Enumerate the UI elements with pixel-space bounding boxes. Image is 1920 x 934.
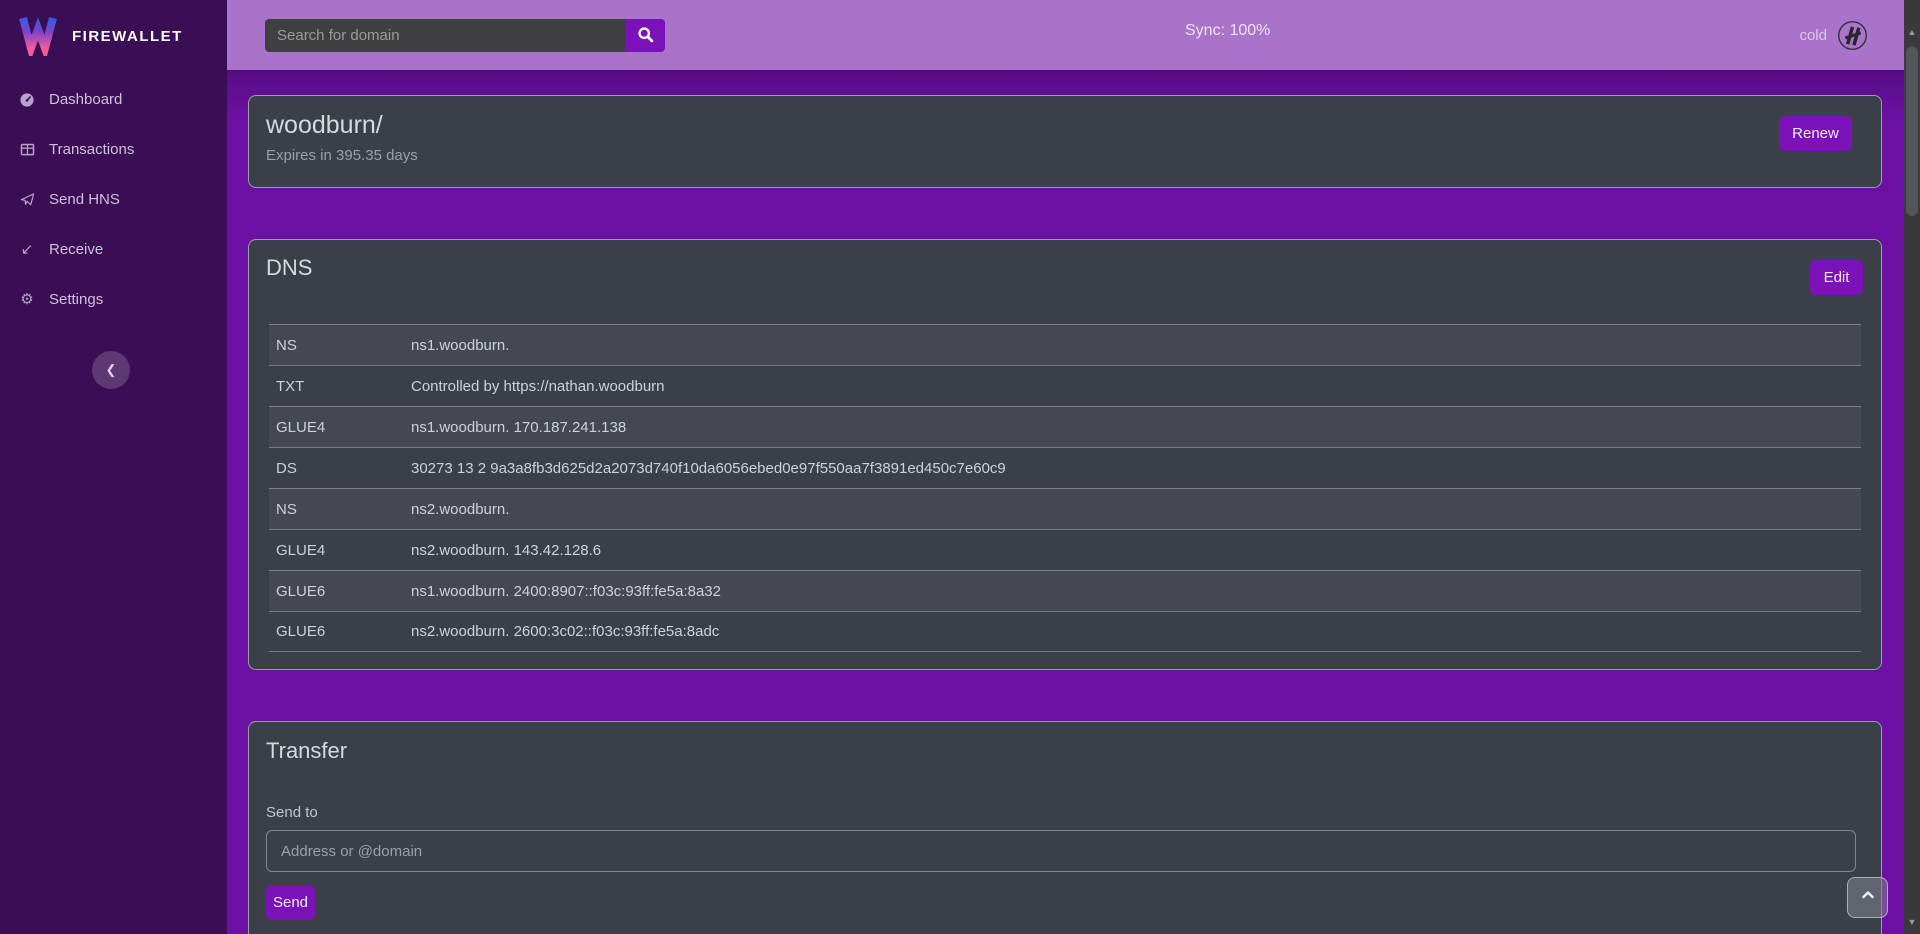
scrollbar-thumb[interactable] (1906, 46, 1918, 216)
dns-card-header: DNS Edit (249, 240, 1881, 295)
handshake-logo-icon[interactable] (1837, 20, 1868, 51)
table-icon (18, 142, 36, 157)
transfer-card: Transfer Send to Send (248, 721, 1882, 934)
firewallet-logo-icon (16, 12, 60, 61)
search-icon (637, 26, 654, 46)
dns-record-type: DS (269, 460, 411, 477)
dns-record-value: ns1.woodburn. 2400:8907::f03c:93ff:fe5a:… (411, 583, 1861, 600)
dns-record-type: GLUE6 (269, 623, 411, 640)
main-content: woodburn/ Expires in 395.35 days Renew D… (227, 70, 1904, 934)
dns-record-value: Controlled by https://nathan.woodburn (411, 378, 1861, 395)
page-title: woodburn/ (266, 111, 1864, 140)
app-title: FIREWALLET (72, 28, 183, 45)
dns-records-table: NS ns1.woodburn. TXT Controlled by https… (269, 324, 1861, 652)
dns-record-row: TXT Controlled by https://nathan.woodbur… (269, 365, 1861, 406)
transfer-section-title: Transfer (266, 738, 1864, 764)
sidebar-item-dashboard[interactable]: Dashboard (0, 86, 227, 113)
sidebar-item-receive[interactable]: ↙ Receive (0, 236, 227, 263)
chevron-left-icon: ❮ (106, 362, 117, 378)
sidebar-collapse-button[interactable]: ❮ (92, 351, 130, 389)
dns-section-title: DNS (266, 255, 312, 281)
dns-record-type: NS (269, 337, 411, 354)
dns-record-value: ns2.woodburn. 143.42.128.6 (411, 542, 1861, 559)
wallet-name-label: cold (1799, 27, 1827, 44)
sidebar-item-label: Transactions (49, 141, 134, 158)
chevron-up-icon (1860, 887, 1876, 908)
renew-button[interactable]: Renew (1779, 116, 1852, 151)
dns-record-row: GLUE4 ns1.woodburn. 170.187.241.138 (269, 406, 1861, 447)
dns-record-value: ns1.woodburn. (411, 337, 1861, 354)
edit-dns-button[interactable]: Edit (1810, 260, 1863, 295)
sidebar-item-label: Receive (49, 241, 103, 258)
scroll-to-top-button[interactable] (1847, 877, 1888, 918)
dns-record-row: GLUE6 ns1.woodburn. 2400:8907::f03c:93ff… (269, 570, 1861, 611)
domain-header-card: woodburn/ Expires in 395.35 days Renew (248, 95, 1882, 188)
topbar: Sync: 100% cold (227, 0, 1904, 70)
sidebar-item-label: Dashboard (49, 91, 122, 108)
sync-status: Sync: 100% (1185, 22, 1270, 40)
sidebar-nav: Dashboard Transactions S (0, 86, 227, 313)
dns-record-type: GLUE4 (269, 542, 411, 559)
gear-icon: ⚙ (18, 292, 36, 307)
sidebar: FIREWALLET Dashboard (0, 0, 227, 934)
firewallet-app: FIREWALLET Dashboard (0, 0, 1920, 934)
dns-record-type: TXT (269, 378, 411, 395)
tachometer-icon (18, 92, 36, 108)
scroll-down-arrow-icon[interactable]: ▼ (1904, 914, 1920, 930)
dns-record-row: NS ns2.woodburn. (269, 488, 1861, 529)
dns-record-value: ns2.woodburn. 2600:3c02::f03c:93ff:fe5a:… (411, 623, 1861, 640)
dns-record-row: GLUE4 ns2.woodburn. 143.42.128.6 (269, 529, 1861, 570)
sidebar-item-send-hns[interactable]: Send HNS (0, 186, 227, 213)
search-button[interactable] (625, 19, 665, 52)
dns-record-value: ns2.woodburn. (411, 501, 1861, 518)
domain-expiry-text: Expires in 395.35 days (266, 147, 1864, 164)
dns-record-row: NS ns1.woodburn. (269, 324, 1861, 365)
sidebar-item-label: Settings (49, 291, 103, 308)
brand: FIREWALLET (0, 0, 227, 62)
transfer-address-input[interactable] (266, 830, 1856, 872)
send-to-label: Send to (266, 804, 1864, 821)
wallet-area: cold (1799, 0, 1868, 70)
dns-record-type: NS (269, 501, 411, 518)
send-transfer-button[interactable]: Send (266, 885, 315, 920)
scroll-up-arrow-icon[interactable]: ▲ (1904, 24, 1920, 40)
vertical-scrollbar[interactable]: ▲ ▼ (1904, 0, 1920, 934)
sidebar-item-transactions[interactable]: Transactions (0, 136, 227, 163)
sidebar-item-label: Send HNS (49, 191, 120, 208)
dns-record-value: ns1.woodburn. 170.187.241.138 (411, 419, 1861, 436)
dns-record-value: 30273 13 2 9a3a8fb3d625d2a2073d740f10da6… (411, 460, 1861, 477)
dns-record-type: GLUE4 (269, 419, 411, 436)
search-input[interactable] (265, 19, 625, 52)
dns-record-row: GLUE6 ns2.woodburn. 2600:3c02::f03c:93ff… (269, 611, 1861, 652)
dns-card: DNS Edit NS ns1.woodburn. TXT Controlled… (248, 239, 1882, 670)
arrow-down-left-icon: ↙ (18, 242, 36, 257)
dns-record-type: GLUE6 (269, 583, 411, 600)
paper-plane-icon (18, 192, 36, 207)
domain-search (265, 19, 665, 52)
dns-record-row: DS 30273 13 2 9a3a8fb3d625d2a2073d740f10… (269, 447, 1861, 488)
sidebar-item-settings[interactable]: ⚙ Settings (0, 286, 227, 313)
